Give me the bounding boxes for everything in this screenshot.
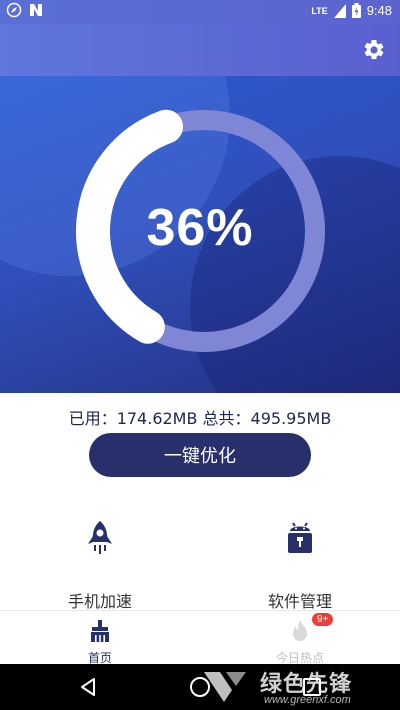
clock: 9:48 bbox=[366, 3, 392, 18]
memory-usage-text: 已用：174.62MB 总共：495.95MB bbox=[68, 409, 332, 428]
memory-gauge-panel: 36% bbox=[0, 76, 400, 393]
home-icon[interactable] bbox=[188, 675, 212, 699]
phone-boost-label: 手机加速 bbox=[67, 592, 132, 611]
phone-boost-feature[interactable]: 手机加速 bbox=[0, 520, 200, 612]
gear-icon[interactable] bbox=[362, 38, 386, 62]
system-navigation-bar bbox=[0, 664, 400, 710]
compass-notification-icon bbox=[6, 2, 22, 18]
tab-home[interactable]: 首页 bbox=[0, 611, 200, 665]
rocket-icon bbox=[88, 521, 112, 554]
one-click-optimize-button[interactable]: 一键优化 bbox=[89, 433, 311, 477]
app-manager-label: 软件管理 bbox=[267, 592, 332, 611]
notification-badge: 9+ bbox=[312, 613, 334, 626]
broom-icon bbox=[91, 620, 109, 642]
battery-charging-icon bbox=[351, 3, 361, 18]
android-package-icon bbox=[288, 522, 312, 553]
status-bar: LTE 9:48 bbox=[0, 0, 400, 24]
signal-icon bbox=[333, 3, 346, 18]
back-icon[interactable] bbox=[76, 675, 100, 699]
app-bar bbox=[0, 24, 400, 76]
network-type: LTE bbox=[311, 5, 328, 16]
n-notification-icon bbox=[30, 4, 42, 16]
bottom-tab-bar: 首页 今日热点 9+ bbox=[0, 610, 400, 665]
memory-percent: 36% bbox=[146, 199, 254, 257]
tab-daily-hot[interactable]: 今日热点 9+ bbox=[200, 611, 400, 665]
recents-icon[interactable] bbox=[300, 675, 324, 699]
fire-icon bbox=[293, 620, 307, 641]
app-manager-feature[interactable]: 软件管理 bbox=[200, 520, 400, 612]
